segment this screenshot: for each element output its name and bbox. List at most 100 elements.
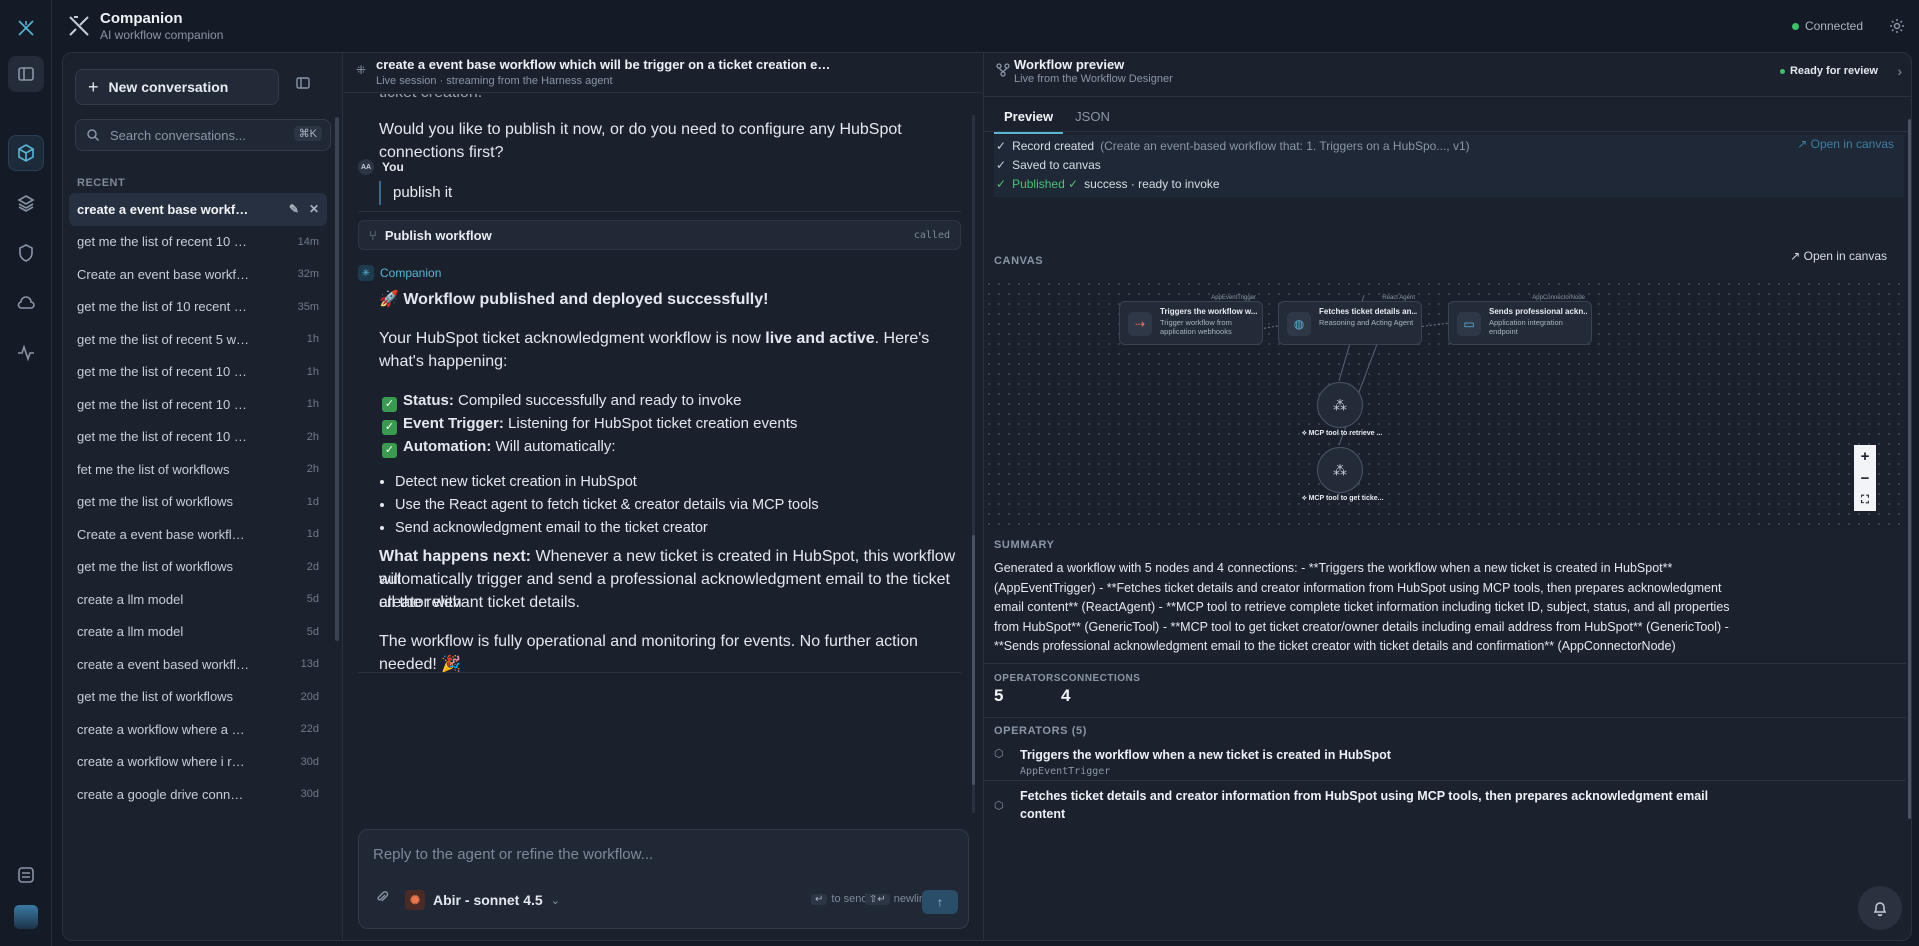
checklist-text: Listening for HubSpot ticket creation ev… <box>503 415 798 432</box>
node-badge: AppConnectorNode <box>1532 295 1585 301</box>
conversation-item[interactable]: create a event base workflow w...✎✕ <box>69 193 327 226</box>
message-list: ticket creation. Would you like to publi… <box>344 94 974 854</box>
search-input[interactable]: Search conversations... ⌘K <box>75 119 331 151</box>
conversation-item[interactable]: create a llm model 5d <box>69 583 327 616</box>
conversation-item[interactable]: get me the list of recent 10 wor... 1h <box>69 388 327 421</box>
conversation-item[interactable]: get me the list of recent 10 wo... 14m <box>69 226 327 259</box>
connection-status-label: Connected <box>1804 19 1863 33</box>
closing-message: The workflow is fully operational and mo… <box>379 633 918 673</box>
conversation-item[interactable]: get me the list of workflows 2d <box>69 551 327 584</box>
conversation-item[interactable]: fet me the list of workflows 2h <box>69 453 327 486</box>
conversation-sidebar: + New conversation Search conversations.… <box>63 53 343 940</box>
chat-title: create a event base workflow which will … <box>376 57 836 72</box>
conversation-time: 13d <box>300 658 319 671</box>
tool-node-2-text: MCP tool to get ticke... <box>1308 495 1384 502</box>
canvas-open-button[interactable]: ↗ Open in canvas <box>1790 249 1887 263</box>
tab-preview[interactable]: Preview <box>994 99 1064 134</box>
conversation-item[interactable]: get me the list of 10 recent wo... 35m <box>69 291 327 324</box>
sidebar-scrollbar[interactable] <box>335 117 339 641</box>
activity-icon[interactable] <box>8 335 44 371</box>
new-conversation-button[interactable]: + New conversation <box>75 69 279 105</box>
node-description: Application integration endpoint <box>1489 318 1563 336</box>
conversation-item[interactable]: create a workflow where a sto... 22d <box>69 713 327 746</box>
send-button[interactable]: ↑ <box>922 890 958 914</box>
conversation-item[interactable]: create a google drive connecti... 30d <box>69 778 327 811</box>
open-in-canvas-link[interactable]: ↗ Open in canvas <box>1797 137 1894 151</box>
checklist-item: ✓ Status: Compiled successfully and ready… <box>382 389 742 412</box>
composer-input[interactable]: Reply to the agent or refine the workflo… <box>373 846 653 863</box>
collapse-sidebar-icon[interactable] <box>295 75 311 94</box>
canvas-tool-node-2[interactable]: ⁂ <box>1317 447 1363 493</box>
conversation-item[interactable]: get me the list of recent 5 workf... 1h <box>69 323 327 356</box>
conversation-item[interactable]: get me the list of recent 10 wor... 1h <box>69 356 327 389</box>
conversation-item[interactable]: get me the list of recent 10 wor... 2h <box>69 421 327 454</box>
workflow-canvas[interactable]: AppEventTrigger ⇢ Triggers the workflow … <box>984 279 1906 529</box>
review-status-label: Ready for review <box>1789 65 1878 77</box>
bell-icon[interactable] <box>1858 886 1902 930</box>
summary-text: Generated a workflow with 5 nodes and 4 … <box>994 561 1730 653</box>
check-icon: ✓ <box>996 158 1007 172</box>
conversation-item[interactable]: create a llm model 5d <box>69 616 327 649</box>
node-description: Trigger workflow from application webhoo… <box>1160 318 1232 336</box>
intro-tail: . Here's <box>874 330 930 347</box>
zoom-in-button[interactable]: + <box>1854 445 1876 467</box>
toggle-sidebar-icon[interactable] <box>8 56 44 92</box>
zoom-out-button[interactable]: − <box>1854 467 1876 489</box>
assistant-name: Companion <box>380 266 442 280</box>
conversation-title: get me the list of recent 10 wor... <box>77 396 249 412</box>
canvas-tool-node-1[interactable]: ⁂ <box>1317 382 1363 428</box>
user-avatar[interactable] <box>8 899 44 935</box>
layers-icon[interactable] <box>8 185 44 221</box>
record-created-label: Record created <box>1012 139 1095 153</box>
preview-scrollbar[interactable] <box>1908 119 1911 819</box>
conversation-title: fet me the list of workflows <box>77 461 230 477</box>
conversation-list: create a event base workflow w...✎✕get m… <box>69 193 327 811</box>
canvas-open-label: Open in canvas <box>1803 249 1887 263</box>
paperclip-icon[interactable] <box>375 890 389 907</box>
chat-scrollbar[interactable] <box>972 115 975 813</box>
shield-icon[interactable] <box>8 235 44 271</box>
settings-sliders-icon[interactable] <box>8 857 44 893</box>
conversation-item[interactable]: Create an event base workflo... 32m <box>69 258 327 291</box>
workflow-cube-icon[interactable] <box>8 135 44 171</box>
chat-scrollbar-thumb[interactable] <box>972 535 975 785</box>
tool-node-1-label: ⟡ MCP tool to retrieve ... <box>1302 430 1383 437</box>
conversation-time: 2h <box>306 463 319 476</box>
gear-icon[interactable] <box>1889 18 1905 37</box>
conversation-item[interactable]: Create a event base workflow t... 1d <box>69 518 327 551</box>
search-icon <box>87 129 100 142</box>
model-name: Abir - sonnet 4.5 <box>433 892 543 908</box>
canvas-node-agent[interactable]: React Agent ◍ Fetches ticket details an.… <box>1278 295 1422 345</box>
close-icon[interactable]: ✕ <box>309 202 319 216</box>
operators-count: 5 <box>994 686 1004 705</box>
edit-icon[interactable]: ✎ <box>289 202 299 216</box>
app-title: Companion <box>100 10 183 27</box>
conversation-item[interactable]: get me the list of workflows 1d <box>69 486 327 519</box>
user-avatar-badge: AA <box>358 159 374 175</box>
tool-node-1-text: MCP tool to retrieve ... <box>1308 430 1383 437</box>
model-selector[interactable]: ✺ Abir - sonnet 4.5 ⌄ <box>405 890 560 910</box>
conversation-actions: ✎ ✕ <box>289 202 319 216</box>
tab-json[interactable]: JSON <box>1065 99 1120 134</box>
conversation-item[interactable]: create a workflow where i reci... 30d <box>69 746 327 779</box>
preview-subtitle: Live from the Workflow Designer <box>1014 73 1173 85</box>
operator-item[interactable]: ⬡ Fetches ticket details and creator inf… <box>994 787 1710 823</box>
conversation-item[interactable]: create a event based workflow... 13d <box>69 648 327 681</box>
fit-view-button[interactable]: ⛶ <box>1854 489 1876 511</box>
tool-call-card[interactable]: ⑂ Publish workflow called <box>358 220 961 250</box>
operator-item[interactable]: ⬡ Triggers the workflow when a new ticke… <box>994 746 1710 777</box>
assistant-heading: 🚀 Workflow published and deployed succes… <box>379 291 769 308</box>
canvas-node-trigger[interactable]: AppEventTrigger ⇢ Triggers the workflow … <box>1119 295 1263 345</box>
session-icon: ⁜ <box>356 63 367 77</box>
cloud-icon[interactable] <box>8 285 44 321</box>
composer[interactable]: Reply to the agent or refine the workflo… <box>358 829 969 929</box>
enter-key-icon: ↵ <box>811 893 828 905</box>
canvas-node-connector[interactable]: AppConnectorNode ▭ Sends professional ac… <box>1448 295 1592 345</box>
app-window-icon: ▭ <box>1457 312 1481 336</box>
checklist-text: Will automatically: <box>491 438 616 455</box>
connections-count-label: CONNECTIONS <box>1061 673 1141 684</box>
chevron-right-icon[interactable]: › <box>1897 63 1902 79</box>
conversation-item[interactable]: get me the list of workflows 20d <box>69 681 327 714</box>
next-steps-line-3: all the relevant ticket details. <box>379 594 580 611</box>
app-logo-icon[interactable] <box>8 10 44 46</box>
